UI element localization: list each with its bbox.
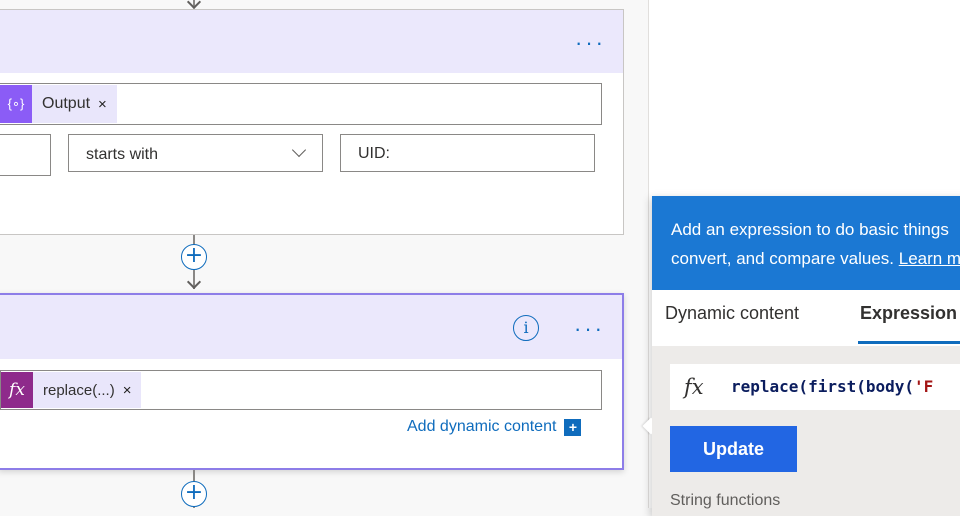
banner-text-line2: convert, and compare values. Learn more (671, 244, 960, 273)
fx-icon: fx (684, 375, 704, 399)
expression-token[interactable]: fx replace(...) × (1, 372, 142, 408)
expression-popup: Add an expression to do basic things con… (642, 196, 960, 516)
action-card-header[interactable]: i ··· (0, 295, 622, 359)
fx-icon: fx (1, 372, 33, 408)
expression-token-label: replace(...) (43, 381, 115, 399)
output-token[interactable]: {∘} Output × (0, 85, 117, 123)
condition-left-field[interactable]: {∘} Output × (0, 83, 602, 125)
operator-select-value: starts with (86, 146, 159, 163)
expression-code[interactable]: replace(first(body('F (731, 377, 933, 396)
operator-select[interactable]: starts with (68, 134, 323, 172)
connector-arrow-top (186, 0, 202, 10)
banner-text-line1: Add an expression to do basic things (671, 220, 949, 239)
condition-card-header[interactable]: ··· (0, 10, 623, 73)
tab-dynamic-content[interactable]: Dynamic content (665, 303, 799, 324)
connector-arrow-middle (186, 274, 202, 290)
update-button[interactable]: Update (670, 426, 797, 472)
add-dynamic-content-link[interactable]: Add dynamic content + (407, 418, 582, 436)
condition-value-text: UID: (358, 145, 390, 162)
active-tab-indicator (858, 341, 960, 344)
more-options-button[interactable]: ··· (574, 318, 605, 340)
close-icon[interactable]: × (98, 96, 117, 113)
add-step-button[interactable]: + (181, 481, 207, 507)
expression-input[interactable]: fx replace(first(body('F (670, 364, 960, 410)
variable-icon: {∘} (0, 85, 32, 123)
close-icon[interactable]: × (123, 382, 142, 399)
output-token-label: Output (42, 95, 91, 112)
popup-banner: Add an expression to do basic things con… (652, 196, 960, 290)
expression-editor-area: fx replace(first(body('F Update String f… (652, 346, 960, 516)
plus-icon[interactable]: + (564, 418, 582, 436)
info-icon[interactable]: i (513, 315, 539, 341)
string-functions-heading: String functions (670, 492, 781, 509)
more-options-button[interactable]: ··· (575, 32, 606, 54)
add-dynamic-content-label[interactable]: Add dynamic content (407, 418, 556, 436)
tab-expression[interactable]: Expression (860, 303, 957, 324)
popup-tabs: Dynamic content Expression (652, 290, 960, 346)
flow-canvas: ··· {∘} Output × starts with UID: + i ··… (0, 0, 648, 508)
condition-card[interactable]: ··· {∘} Output × starts with UID: (0, 9, 624, 235)
condition-partial-field[interactable] (0, 134, 51, 176)
chevron-down-icon (291, 142, 307, 158)
action-card[interactable]: i ··· fx replace(...) × Add dynamic cont… (0, 293, 624, 470)
expression-input-field[interactable]: fx replace(...) × (0, 370, 602, 410)
add-step-button[interactable]: + (181, 244, 207, 270)
learn-more-link[interactable]: Learn more (899, 249, 960, 268)
condition-value-field[interactable]: UID: (340, 134, 595, 172)
